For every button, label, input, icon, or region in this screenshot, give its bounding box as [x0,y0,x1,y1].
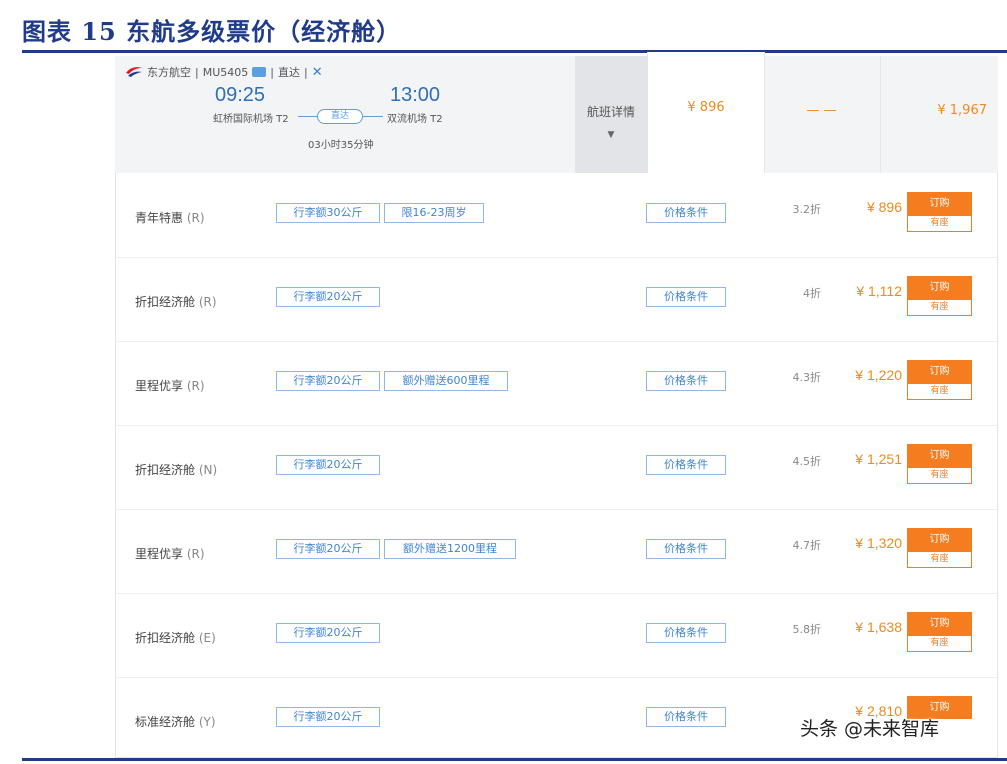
seat-badge: 有座 [907,215,972,232]
fare-name: 折扣经济舱 (R) [135,295,217,309]
fare-row: 折扣经济舱 (E) 行李额20公斤 价格条件 5.8折 ¥ 1,638 订购 有… [116,593,997,678]
price-condition-button[interactable]: 价格条件 [646,707,726,727]
other-price-tab[interactable]: ¥ 1,967 [880,56,999,173]
selected-price-tab[interactable]: ¥ 896 [647,52,765,173]
flight-header: 东方航空 | MU5405 | 直达 | ✕ 09:25 13:00 虹桥国际机… [115,52,999,173]
fare-price: ¥ 1,112 [856,283,902,299]
discount-label: 5.8折 [792,623,822,636]
price-condition-button[interactable]: 价格条件 [646,287,726,307]
seat-badge: 有座 [907,383,972,400]
book-button[interactable]: 订购 [907,360,972,383]
price-condition-button[interactable]: 价格条件 [646,455,726,475]
discount-label: 4折 [803,287,821,300]
book-button[interactable]: 订购 [907,528,972,551]
fare-row: 里程优享 (R) 行李额20公斤 额外赠送600里程 价格条件 4.3折 ¥ 1… [116,341,997,426]
seat-badge: 有座 [907,635,972,652]
info-tag-icon[interactable] [252,67,267,77]
route-pill: 直达 [317,109,363,124]
discount-label: 3.2折 [792,203,822,216]
flight-detail-label: 航班详情 [586,105,635,119]
airline-name: 东方航空 [147,66,191,79]
price-condition-button[interactable]: 价格条件 [646,539,726,559]
mileage-bonus-chip: 额外赠送1200里程 [384,539,516,559]
fare-name: 折扣经济舱 (E) [135,631,216,645]
china-eastern-logo-icon [126,67,142,77]
fare-name: 标准经济舱 (Y) [135,715,216,729]
fare-price: ¥ 1,220 [855,367,902,383]
watermark: 头条 @未来智库 [800,718,940,740]
fare-name: 折扣经济舱 (N) [135,463,218,477]
fare-price: ¥ 896 [866,199,902,215]
fare-price: ¥ 1,638 [855,619,902,635]
arrival-time: 13:00 [390,84,441,106]
baggage-chip: 行李额20公斤 [276,707,380,727]
direct-tag: 直达 [277,66,300,79]
fare-name: 里程优享 (R) [135,547,205,561]
baggage-chip: 行李额20公斤 [276,287,380,307]
flight-detail-button[interactable]: 航班详情 ▼ [575,56,647,173]
book-button[interactable]: 订购 [907,192,972,215]
book-button[interactable]: 订购 [907,276,972,299]
fare-panel: 东方航空 | MU5405 | 直达 | ✕ 09:25 13:00 虹桥国际机… [115,52,999,758]
baggage-chip: 行李额20公斤 [276,455,380,475]
fare-row: 折扣经济舱 (N) 行李额20公斤 价格条件 4.5折 ¥ 1,251 订购 有… [116,425,997,510]
fare-price: ¥ 1,251 [855,451,902,467]
price-condition-button[interactable]: 价格条件 [646,371,726,391]
age-limit-chip: 限16-23周岁 [384,203,484,223]
departure-airport: 虹桥国际机场 T2 [213,114,289,125]
airline-row: 东方航空 | MU5405 | 直达 | ✕ [125,64,323,80]
title-divider [22,50,1007,53]
baggage-chip: 行李额20公斤 [276,623,380,643]
fare-row: 里程优享 (R) 行李额20公斤 额外赠送1200里程 价格条件 4.7折 ¥ … [116,509,997,594]
price-condition-button[interactable]: 价格条件 [646,203,726,223]
selected-price: ¥ 896 [687,100,725,115]
unavailable-price: — — [806,103,837,118]
flight-number[interactable]: MU5405 [203,66,249,79]
separator: | [270,65,274,79]
mileage-bonus-chip: 额外赠送600里程 [384,371,508,391]
chevron-down-icon: ▼ [607,130,615,140]
separator: | [195,65,199,79]
fare-name: 青年特惠 (R) [135,211,205,225]
bottom-divider [22,758,1007,761]
seat-badge: 有座 [907,467,972,484]
departure-time: 09:25 [215,84,266,106]
fare-row: 青年特惠 (R) 行李额30公斤 限16-23周岁 价格条件 3.2折 ¥ 89… [116,173,997,258]
fare-row: 折扣经济舱 (R) 行李额20公斤 价格条件 4折 ¥ 1,112 订购 有座 [116,257,997,342]
fare-list: 青年特惠 (R) 行李额30公斤 限16-23周岁 价格条件 3.2折 ¥ 89… [115,173,998,758]
discount-label: 4.5折 [792,455,822,468]
discount-label: 4.7折 [792,539,822,552]
x-icon[interactable]: ✕ [312,65,323,80]
baggage-chip: 行李额20公斤 [276,539,380,559]
baggage-chip: 行李额20公斤 [276,371,380,391]
other-price: ¥ 1,967 [937,103,987,118]
fare-name: 里程优享 (R) [135,379,205,393]
arrival-airport: 双流机场 T2 [387,114,443,125]
flight-duration: 03小时35分钟 [308,140,374,151]
baggage-chip: 行李额30公斤 [276,203,380,223]
price-condition-button[interactable]: 价格条件 [646,623,726,643]
seat-badge: 有座 [907,299,972,316]
fare-price: ¥ 1,320 [855,535,902,551]
book-button[interactable]: 订购 [907,612,972,635]
separator: | [303,65,308,79]
seat-badge: 有座 [907,551,972,568]
flight-summary: 东方航空 | MU5405 | 直达 | ✕ 09:25 13:00 虹桥国际机… [115,56,575,173]
unavailable-price-tab: — — [763,56,880,173]
book-button[interactable]: 订购 [907,444,972,467]
page-title: 图表 15 东航多级票价（经济舱） [22,17,402,46]
discount-label: 4.3折 [792,371,822,384]
